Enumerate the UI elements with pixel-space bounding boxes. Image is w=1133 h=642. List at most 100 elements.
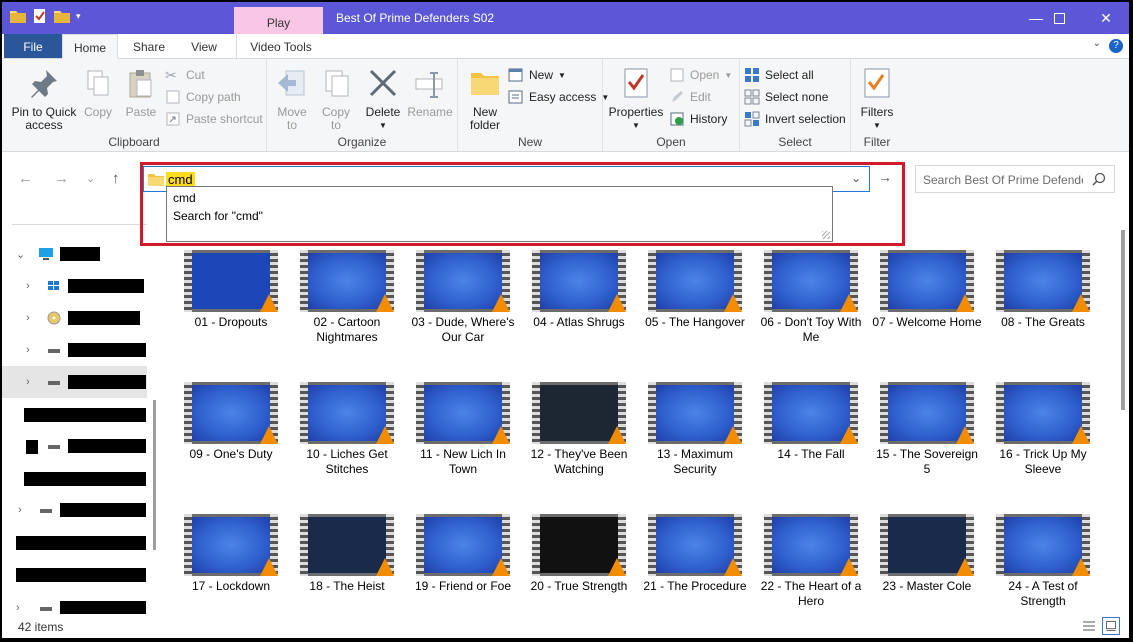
paste-button[interactable]: Paste: [122, 63, 160, 119]
resize-grip[interactable]: [822, 231, 830, 239]
navpane-item-drive-5[interactable]: [2, 430, 147, 462]
properties-dropdown-icon[interactable]: ▼: [607, 119, 665, 132]
file-tile[interactable]: 14 - The Fall: [756, 382, 866, 462]
file-tile[interactable]: 07 - Welcome Home: [872, 250, 982, 330]
back-arrow-icon[interactable]: ←: [18, 170, 33, 187]
expand-chevron-icon[interactable]: ›: [26, 344, 30, 356]
expand-chevron-icon[interactable]: ›: [18, 504, 22, 516]
expand-chevron-icon[interactable]: ›: [26, 280, 30, 292]
copy-button[interactable]: Copy: [80, 63, 116, 119]
minimize-ribbon-icon[interactable]: ⌄: [1093, 38, 1101, 49]
tab-file[interactable]: File: [4, 34, 62, 58]
select-none-button[interactable]: Select none: [744, 88, 828, 106]
address-dropdown-chevron-icon[interactable]: ⌄: [851, 171, 861, 185]
open-button[interactable]: Open ▼: [669, 66, 732, 84]
delete-button[interactable]: Delete ▼: [363, 63, 403, 132]
tab-share[interactable]: Share: [126, 34, 172, 58]
file-tile[interactable]: 17 - Lockdown: [176, 514, 286, 594]
filters-button[interactable]: Filters ▼: [857, 63, 897, 132]
move-to-button[interactable]: Move to: [273, 63, 311, 132]
go-arrow-icon[interactable]: →: [878, 169, 892, 185]
redacted-label: [24, 408, 146, 422]
scrollbar-thumb[interactable]: [1121, 230, 1125, 410]
paste-shortcut-button[interactable]: Paste shortcut: [165, 110, 263, 128]
details-view-icon[interactable]: [1080, 617, 1098, 635]
tab-video-tools[interactable]: Video Tools: [236, 34, 325, 58]
history-label: History: [690, 112, 728, 126]
paste-shortcut-label: Paste shortcut: [186, 112, 263, 126]
customize-qat-dropdown-icon[interactable]: ▾: [76, 11, 81, 22]
copy-path-button[interactable]: Copy path: [165, 88, 241, 106]
large-icons-view-icon[interactable]: [1102, 617, 1120, 635]
cut-button[interactable]: ✂ Cut: [165, 66, 205, 84]
navpane-item-drive-2[interactable]: ›: [2, 302, 147, 334]
filters-dropdown-icon[interactable]: ▼: [857, 119, 897, 132]
file-tile[interactable]: 13 - Maximum Security: [640, 382, 750, 477]
quick-access-toolbar: ▾: [10, 9, 81, 23]
rename-button[interactable]: Rename: [407, 63, 453, 119]
file-tile[interactable]: 22 - The Heart of a Hero: [756, 514, 866, 609]
expand-chevron-icon[interactable]: ›: [26, 376, 30, 388]
file-tile[interactable]: 06 - Don't Toy With Me: [756, 250, 866, 345]
suggestion-item[interactable]: Search for "cmd": [173, 209, 263, 223]
file-tile[interactable]: 24 - A Test of Strength: [988, 514, 1098, 609]
file-tile[interactable]: 08 - The Greats: [988, 250, 1098, 330]
history-button[interactable]: History: [669, 110, 727, 128]
forward-arrow-icon[interactable]: →: [54, 170, 69, 187]
navpane-item-drive-3[interactable]: ›: [2, 334, 147, 366]
search-box[interactable]: Search Best Of Prime Defenders S02: [915, 165, 1115, 193]
delete-dropdown-icon[interactable]: ▼: [363, 119, 403, 132]
content-scrollbar[interactable]: [1119, 210, 1129, 614]
file-tile[interactable]: 20 - True Strength: [524, 514, 634, 594]
file-tile[interactable]: 21 - The Procedure: [640, 514, 750, 594]
properties-check-icon[interactable]: [32, 9, 48, 23]
navpane-item-drive-1[interactable]: ›: [2, 270, 147, 302]
file-tile[interactable]: 18 - The Heist: [292, 514, 402, 594]
collapse-chevron-icon[interactable]: ⌄: [16, 248, 25, 261]
new-folder-icon[interactable]: [54, 9, 70, 23]
search-icon[interactable]: [1092, 172, 1106, 186]
paste-icon: [129, 70, 152, 98]
copy-to-button[interactable]: Copy to: [317, 63, 355, 132]
select-all-button[interactable]: Select all: [744, 66, 814, 84]
close-button[interactable]: ✕: [1083, 2, 1129, 34]
tab-home[interactable]: Home: [62, 34, 118, 59]
edit-button[interactable]: Edit: [669, 88, 711, 106]
recent-locations-chevron-icon[interactable]: ⌄: [86, 172, 95, 185]
navpane-item-this-pc[interactable]: ⌄: [2, 238, 147, 270]
file-tile[interactable]: 19 - Friend or Foe: [408, 514, 518, 594]
easy-access-button[interactable]: Easy access ▼: [508, 88, 609, 106]
file-tile[interactable]: 01 - Dropouts: [176, 250, 286, 330]
file-tile[interactable]: 11 - New Lich In Town: [408, 382, 518, 477]
properties-button[interactable]: Properties ▼: [607, 63, 665, 132]
navpane-scrollbar[interactable]: [153, 400, 156, 550]
maximize-button[interactable]: [1036, 2, 1082, 34]
navpane-item-drive-6[interactable]: ›: [2, 494, 147, 526]
file-tile[interactable]: 04 - Atlas Shrugs: [524, 250, 634, 330]
video-thumbnail: [416, 514, 510, 576]
tab-view[interactable]: View: [182, 34, 226, 58]
file-tile[interactable]: 03 - Dude, Where's Our Car: [408, 250, 518, 345]
up-arrow-icon[interactable]: ↑: [112, 170, 120, 187]
file-tile[interactable]: 02 - Cartoon Nightmares: [292, 250, 402, 345]
file-tile[interactable]: 12 - They've Been Watching: [524, 382, 634, 477]
help-icon[interactable]: ?: [1109, 39, 1123, 53]
invert-selection-button[interactable]: Invert selection: [744, 110, 846, 128]
new-item-button[interactable]: New ▼: [508, 66, 566, 84]
new-folder-button[interactable]: New folder: [462, 63, 508, 132]
file-tile[interactable]: 23 - Master Cole: [872, 514, 982, 594]
expand-chevron-icon[interactable]: ›: [26, 312, 30, 324]
pin-to-quick-access-button[interactable]: Pin to Quick access: [8, 63, 80, 132]
file-tile[interactable]: 16 - Trick Up My Sleeve: [988, 382, 1098, 477]
file-tile[interactable]: 10 - Liches Get Stitches: [292, 382, 402, 477]
expand-chevron-icon[interactable]: ›: [16, 602, 20, 614]
file-tile[interactable]: 05 - The Hangover: [640, 250, 750, 330]
navpane-item-drive-4[interactable]: ›: [2, 366, 147, 398]
file-tile[interactable]: 15 - The Sovereign 5: [872, 382, 982, 477]
suggestion-item[interactable]: cmd: [173, 191, 196, 205]
file-name: 19 - Friend or Foe: [414, 579, 512, 593]
move-to-label-2: to: [286, 118, 297, 132]
file-name: 14 - The Fall: [777, 447, 845, 461]
file-tile[interactable]: 09 - One's Duty: [176, 382, 286, 462]
file-name: 16 - Trick Up My Sleeve: [999, 447, 1087, 476]
